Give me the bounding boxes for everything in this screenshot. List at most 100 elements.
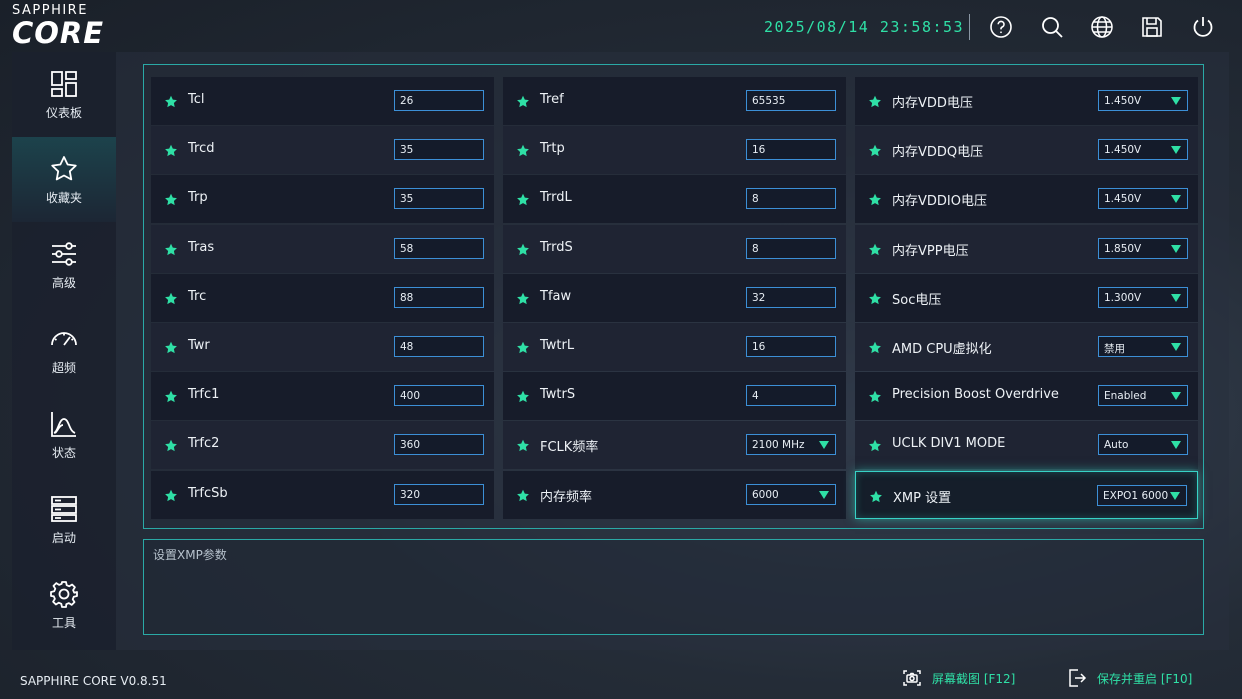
setting-input[interactable]: 8 bbox=[746, 188, 836, 209]
setting-row-vddq[interactable]: 内存VDDQ电压 1.450V bbox=[855, 126, 1198, 174]
setting-row-twr[interactable]: Twr 48 bbox=[151, 323, 494, 371]
favorite-star-icon[interactable] bbox=[164, 143, 178, 157]
favorite-star-icon[interactable] bbox=[516, 94, 530, 108]
setting-dropdown[interactable]: 禁用 bbox=[1098, 336, 1188, 357]
setting-row-twtrs[interactable]: TwtrS 4 bbox=[503, 372, 846, 420]
favorite-star-icon[interactable] bbox=[516, 438, 530, 452]
favorite-star-icon[interactable] bbox=[868, 242, 882, 256]
setting-row-tref[interactable]: Tref 65535 bbox=[503, 77, 846, 125]
chevron-down-icon bbox=[1171, 97, 1181, 105]
setting-row-uclk-div1-mode[interactable]: UCLK DIV1 MODE Auto bbox=[855, 421, 1198, 469]
setting-dropdown[interactable]: 2100 MHz bbox=[746, 434, 836, 455]
setting-row-trtp[interactable]: Trtp 16 bbox=[503, 126, 846, 174]
setting-input[interactable]: 26 bbox=[394, 90, 484, 111]
favorite-star-icon[interactable] bbox=[868, 389, 882, 403]
setting-input[interactable]: 320 bbox=[394, 484, 484, 505]
favorite-star-icon[interactable] bbox=[516, 340, 530, 354]
setting-row-trc[interactable]: Trc 88 bbox=[151, 274, 494, 322]
save-icon[interactable] bbox=[1138, 13, 1166, 41]
sidebar-item-advanced[interactable]: 高级 bbox=[12, 222, 116, 307]
favorite-star-icon[interactable] bbox=[868, 438, 882, 452]
setting-row-amd-cpu[interactable]: AMD CPU虚拟化 禁用 bbox=[855, 323, 1198, 371]
help-icon[interactable] bbox=[987, 13, 1015, 41]
favorite-star-icon[interactable] bbox=[516, 143, 530, 157]
favorite-star-icon[interactable] bbox=[164, 488, 178, 502]
setting-dropdown[interactable]: Enabled bbox=[1098, 385, 1188, 406]
setting-row-xmp[interactable]: XMP 设置 EXPO1 6000 bbox=[855, 471, 1198, 519]
chevron-down-icon bbox=[819, 491, 829, 499]
sidebar-item-favorites[interactable]: 收藏夹 bbox=[12, 137, 116, 222]
setting-dropdown[interactable]: Auto bbox=[1098, 434, 1188, 455]
favorite-star-icon[interactable] bbox=[164, 192, 178, 206]
favorite-star-icon[interactable] bbox=[868, 291, 882, 305]
sidebar-item-tools[interactable]: 工具 bbox=[12, 562, 116, 647]
setting-dropdown[interactable]: 1.450V bbox=[1098, 188, 1188, 209]
favorite-star-icon[interactable] bbox=[868, 340, 882, 354]
setting-dropdown[interactable]: 1.850V bbox=[1098, 238, 1188, 259]
sidebar-item-overclock[interactable]: 超频 bbox=[12, 307, 116, 392]
favorite-star-icon[interactable] bbox=[516, 389, 530, 403]
setting-row-item-1-8[interactable]: 内存频率 6000 bbox=[503, 471, 846, 519]
setting-input[interactable]: 360 bbox=[394, 434, 484, 455]
setting-input[interactable]: 16 bbox=[746, 139, 836, 160]
setting-input[interactable]: 32 bbox=[746, 287, 836, 308]
power-icon[interactable] bbox=[1189, 13, 1217, 41]
setting-row-vdd[interactable]: 内存VDD电压 1.450V bbox=[855, 77, 1198, 125]
sidebar-item-dashboard[interactable]: 仪表板 bbox=[12, 52, 116, 137]
setting-dropdown[interactable]: 1.300V bbox=[1098, 287, 1188, 308]
screenshot-button[interactable]: 屏幕截图 [F12] bbox=[902, 668, 1015, 688]
setting-row-trrds[interactable]: TrrdS 8 bbox=[503, 225, 846, 273]
favorite-star-icon[interactable] bbox=[164, 389, 178, 403]
sidebar-item-boot[interactable]: 启动 bbox=[12, 477, 116, 562]
setting-row-soc[interactable]: Soc电压 1.300V bbox=[855, 274, 1198, 322]
favorite-star-icon[interactable] bbox=[516, 291, 530, 305]
favorite-star-icon[interactable] bbox=[868, 192, 882, 206]
setting-row-tfaw[interactable]: Tfaw 32 bbox=[503, 274, 846, 322]
setting-input[interactable]: 4 bbox=[746, 385, 836, 406]
setting-dropdown[interactable]: EXPO1 6000 bbox=[1097, 485, 1187, 506]
favorite-star-icon[interactable] bbox=[164, 94, 178, 108]
favorite-star-icon[interactable] bbox=[164, 242, 178, 256]
language-globe-icon[interactable] bbox=[1088, 13, 1116, 41]
search-icon[interactable] bbox=[1038, 13, 1066, 41]
chevron-down-icon bbox=[1171, 294, 1181, 302]
setting-input[interactable]: 8 bbox=[746, 238, 836, 259]
favorite-star-icon[interactable] bbox=[164, 438, 178, 452]
setting-row-precision-boost-overdrive[interactable]: Precision Boost Overdrive Enabled bbox=[855, 372, 1198, 420]
setting-input[interactable]: 48 bbox=[394, 336, 484, 357]
setting-dropdown[interactable]: 1.450V bbox=[1098, 90, 1188, 111]
favorite-star-icon[interactable] bbox=[516, 242, 530, 256]
setting-row-fclk[interactable]: FCLK频率 2100 MHz bbox=[503, 421, 846, 469]
favorite-star-icon[interactable] bbox=[869, 489, 883, 503]
setting-input[interactable]: 35 bbox=[394, 188, 484, 209]
setting-input[interactable]: 16 bbox=[746, 336, 836, 357]
setting-dropdown[interactable]: 6000 bbox=[746, 484, 836, 505]
favorite-star-icon[interactable] bbox=[516, 488, 530, 502]
sapphire-core-logo: SAPPHIRE CORE bbox=[12, 4, 147, 50]
setting-input[interactable]: 65535 bbox=[746, 90, 836, 111]
setting-row-tcl[interactable]: Tcl 26 bbox=[151, 77, 494, 125]
setting-row-tras[interactable]: Tras 58 bbox=[151, 225, 494, 273]
setting-row-vpp[interactable]: 内存VPP电压 1.850V bbox=[855, 225, 1198, 273]
save-restart-button[interactable]: 保存并重启 [F10] bbox=[1067, 668, 1192, 688]
setting-row-trp[interactable]: Trp 35 bbox=[151, 175, 494, 223]
favorite-star-icon[interactable] bbox=[164, 291, 178, 305]
setting-input[interactable]: 400 bbox=[394, 385, 484, 406]
favorite-star-icon[interactable] bbox=[164, 340, 178, 354]
favorite-star-icon[interactable] bbox=[868, 143, 882, 157]
setting-input[interactable]: 35 bbox=[394, 139, 484, 160]
setting-row-vddio[interactable]: 内存VDDIO电压 1.450V bbox=[855, 175, 1198, 223]
setting-row-trfc1[interactable]: Trfc1 400 bbox=[151, 372, 494, 420]
setting-row-trfc2[interactable]: Trfc2 360 bbox=[151, 421, 494, 469]
setting-row-trcd[interactable]: Trcd 35 bbox=[151, 126, 494, 174]
sidebar-item-label: 启动 bbox=[51, 530, 76, 545]
setting-dropdown[interactable]: 1.450V bbox=[1098, 139, 1188, 160]
setting-row-twtrl[interactable]: TwtrL 16 bbox=[503, 323, 846, 371]
setting-row-trfcsb[interactable]: TrfcSb 320 bbox=[151, 471, 494, 519]
favorite-star-icon[interactable] bbox=[868, 94, 882, 108]
setting-input[interactable]: 58 bbox=[394, 238, 484, 259]
favorite-star-icon[interactable] bbox=[516, 192, 530, 206]
sidebar-item-status[interactable]: 状态 bbox=[12, 392, 116, 477]
setting-input[interactable]: 88 bbox=[394, 287, 484, 308]
setting-row-trrdl[interactable]: TrrdL 8 bbox=[503, 175, 846, 223]
